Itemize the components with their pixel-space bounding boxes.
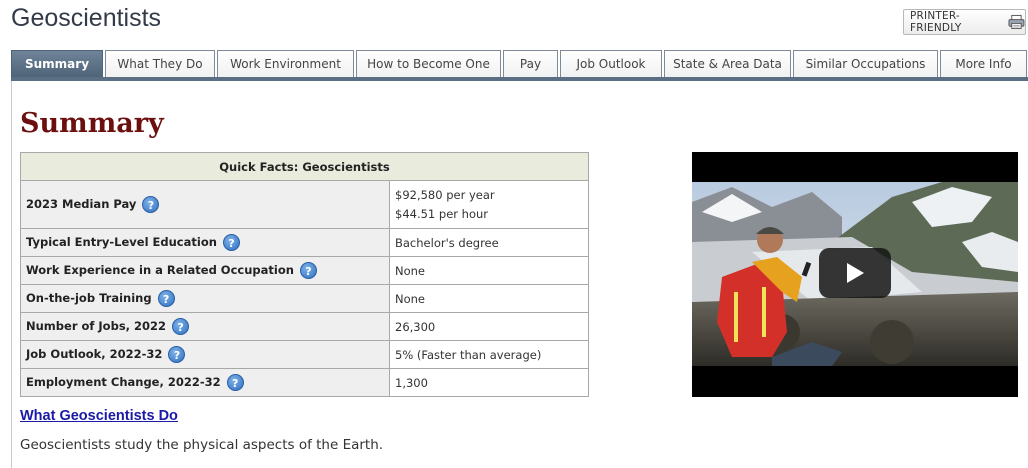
help-icon[interactable]: ? bbox=[222, 234, 240, 251]
printer-icon bbox=[1008, 14, 1025, 30]
table-row: Job Outlook, 2022-32? 5% (Faster than av… bbox=[20, 340, 589, 369]
play-icon bbox=[847, 263, 864, 283]
fact-label-cell: Typical Entry-Level Education? bbox=[20, 228, 390, 257]
fact-label: On-the-job Training bbox=[26, 291, 152, 305]
fact-label: Employment Change, 2022-32 bbox=[26, 375, 221, 389]
tab-work-environment[interactable]: Work Environment bbox=[217, 50, 354, 77]
tab-more-info[interactable]: More Info bbox=[940, 50, 1027, 77]
tab-job-outlook[interactable]: Job Outlook bbox=[560, 50, 662, 77]
fact-label-cell: Number of Jobs, 2022? bbox=[20, 312, 390, 341]
video-player[interactable] bbox=[692, 152, 1018, 397]
tab-summary[interactable]: Summary bbox=[11, 50, 103, 77]
help-icon[interactable]: ? bbox=[142, 196, 160, 213]
table-row: Work Experience in a Related Occupation?… bbox=[20, 256, 589, 285]
table-row: Employment Change, 2022-32? 1,300 bbox=[20, 368, 589, 397]
fact-value-cell: $92,580 per year $44.51 per hour bbox=[389, 180, 589, 229]
fact-value: $44.51 per hour bbox=[395, 206, 488, 221]
page-title: Geoscientists bbox=[11, 4, 162, 32]
printer-friendly-label: PRINTER-FRIENDLY bbox=[910, 10, 962, 34]
fact-value: $92,580 per year bbox=[395, 187, 495, 202]
fact-value: None bbox=[389, 284, 589, 313]
play-button[interactable] bbox=[819, 248, 891, 298]
fact-label-cell: 2023 Median Pay? bbox=[20, 180, 390, 229]
help-icon[interactable]: ? bbox=[172, 318, 190, 335]
help-icon[interactable]: ? bbox=[226, 374, 244, 391]
help-icon[interactable]: ? bbox=[299, 262, 317, 279]
fact-value: None bbox=[389, 256, 589, 285]
table-row: Typical Entry-Level Education? Bachelor'… bbox=[20, 228, 589, 257]
quick-facts-header-row: Quick Facts: Geoscientists bbox=[20, 152, 589, 181]
summary-text: Geoscientists study the physical aspects… bbox=[20, 437, 384, 453]
help-icon[interactable]: ? bbox=[168, 346, 186, 363]
table-row: 2023 Median Pay? $92,580 per year $44.51… bbox=[20, 180, 589, 229]
fact-label: Job Outlook, 2022-32 bbox=[26, 347, 163, 361]
fact-label-cell: Work Experience in a Related Occupation? bbox=[20, 256, 390, 285]
what-they-do-link[interactable]: What Geoscientists Do bbox=[20, 408, 178, 424]
tab-bar: Summary What They Do Work Environment Ho… bbox=[11, 50, 1028, 77]
tab-similar-occupations[interactable]: Similar Occupations bbox=[793, 50, 938, 77]
fact-label-cell: On-the-job Training? bbox=[20, 284, 390, 313]
tab-state-area-data[interactable]: State & Area Data bbox=[664, 50, 791, 77]
printer-friendly-button[interactable]: PRINTER-FRIENDLY bbox=[903, 9, 1026, 35]
fact-label-cell: Job Outlook, 2022-32? bbox=[20, 340, 390, 369]
quick-facts-table: Quick Facts: Geoscientists 2023 Median P… bbox=[20, 152, 589, 397]
fact-label-cell: Employment Change, 2022-32? bbox=[20, 368, 390, 397]
fact-label: Number of Jobs, 2022 bbox=[26, 319, 167, 333]
quick-facts-header: Quick Facts: Geoscientists bbox=[20, 152, 589, 181]
tab-how-to-become-one[interactable]: How to Become One bbox=[356, 50, 501, 77]
fact-label: Work Experience in a Related Occupation bbox=[26, 263, 294, 277]
section-title: Summary bbox=[20, 108, 164, 139]
fact-value: Bachelor's degree bbox=[389, 228, 589, 257]
fact-value: 26,300 bbox=[389, 312, 589, 341]
tab-what-they-do[interactable]: What They Do bbox=[105, 50, 215, 77]
help-icon[interactable]: ? bbox=[157, 290, 175, 307]
table-row: On-the-job Training? None bbox=[20, 284, 589, 313]
table-row: Number of Jobs, 2022? 26,300 bbox=[20, 312, 589, 341]
fact-label: 2023 Median Pay bbox=[26, 197, 137, 211]
tab-pay[interactable]: Pay bbox=[503, 50, 558, 77]
fact-value: 5% (Faster than average) bbox=[389, 340, 589, 369]
fact-value: 1,300 bbox=[389, 368, 589, 397]
fact-label: Typical Entry-Level Education bbox=[26, 235, 217, 249]
